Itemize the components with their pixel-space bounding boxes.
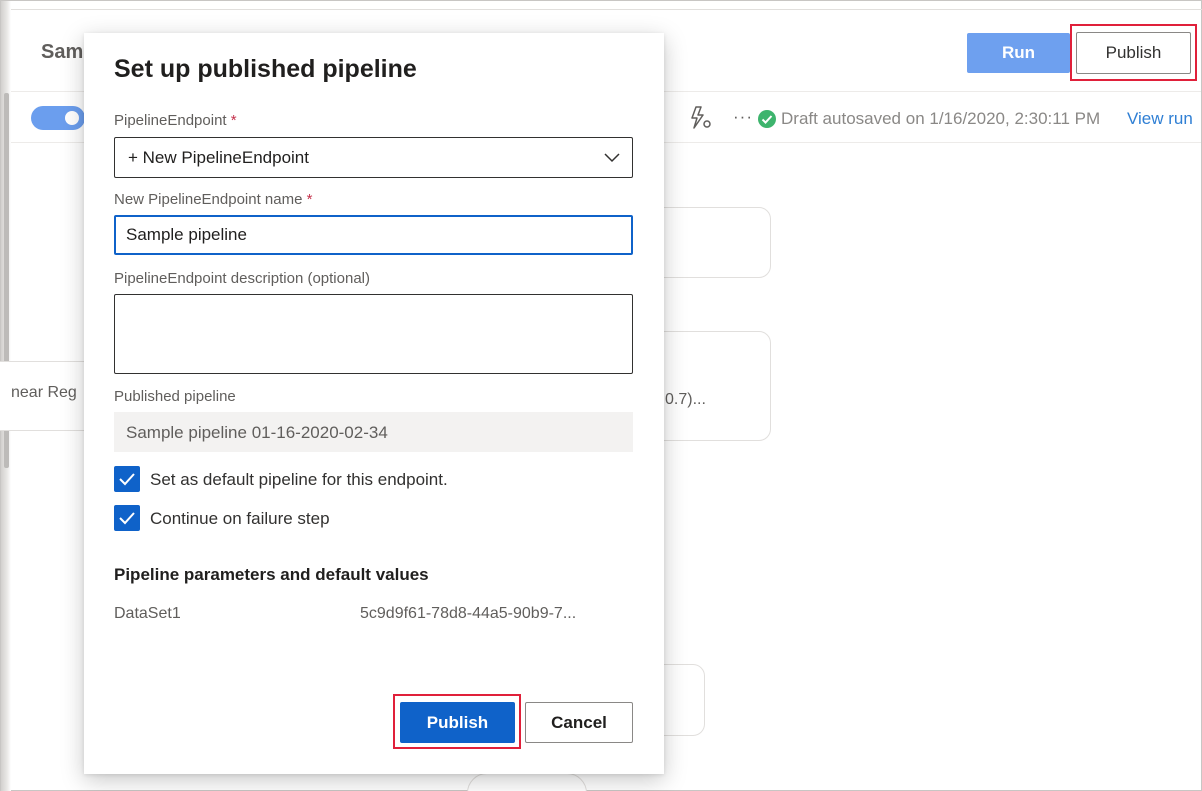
publish-button[interactable]: Publish [1076, 32, 1191, 74]
required-marker: * [230, 112, 237, 129]
run-button[interactable]: Run [967, 33, 1070, 73]
checkmark-icon [119, 473, 135, 486]
dialog-publish-button[interactable]: Publish [400, 702, 515, 743]
node-label: 0.7)... [665, 391, 706, 408]
node-label: near Reg [11, 384, 77, 401]
parameter-name: DataSet1 [114, 605, 181, 622]
published-pipeline-field: Sample pipeline 01-16-2020-02-34 [114, 412, 633, 452]
default-pipeline-label[interactable]: Set as default pipeline for this endpoin… [150, 470, 448, 490]
checkmark-icon [119, 512, 135, 525]
wand-settings-icon[interactable] [687, 105, 713, 131]
default-pipeline-checkbox[interactable] [114, 466, 140, 492]
required-marker: * [306, 191, 313, 208]
chevron-down-icon [604, 153, 620, 163]
endpoint-name-input[interactable] [114, 215, 633, 255]
top-border [1, 9, 1202, 10]
endpoint-label: PipelineEndpoint * [114, 112, 237, 129]
name-label: New PipelineEndpoint name * [114, 191, 313, 208]
published-pipeline-label: Published pipeline [114, 388, 236, 405]
view-run-link[interactable]: View run [1127, 109, 1193, 129]
select-value: + New PipelineEndpoint [128, 148, 309, 167]
pipeline-endpoint-select[interactable]: + New PipelineEndpoint [114, 137, 633, 178]
more-icon[interactable]: ··· [733, 107, 753, 127]
dialog-title: Set up published pipeline [114, 55, 417, 83]
publish-pipeline-dialog: Set up published pipeline PipelineEndpoi… [84, 33, 664, 774]
success-check-icon [758, 110, 776, 128]
published-pipeline-value: Sample pipeline 01-16-2020-02-34 [126, 423, 388, 442]
parameters-section-title: Pipeline parameters and default values [114, 565, 429, 584]
toggle-switch[interactable] [31, 106, 85, 130]
description-label: PipelineEndpoint description (optional) [114, 270, 370, 287]
continue-on-failure-label[interactable]: Continue on failure step [150, 509, 330, 529]
toggle-knob [65, 111, 79, 125]
autosave-status: Draft autosaved on 1/16/2020, 2:30:11 PM [781, 109, 1101, 128]
continue-on-failure-checkbox[interactable] [114, 505, 140, 531]
cancel-button[interactable]: Cancel [525, 702, 633, 743]
endpoint-description-input[interactable] [114, 294, 633, 374]
pipeline-node[interactable] [467, 773, 587, 791]
parameter-value: 5c9d9f61-78d8-44a5-90b9-7... [360, 605, 577, 622]
